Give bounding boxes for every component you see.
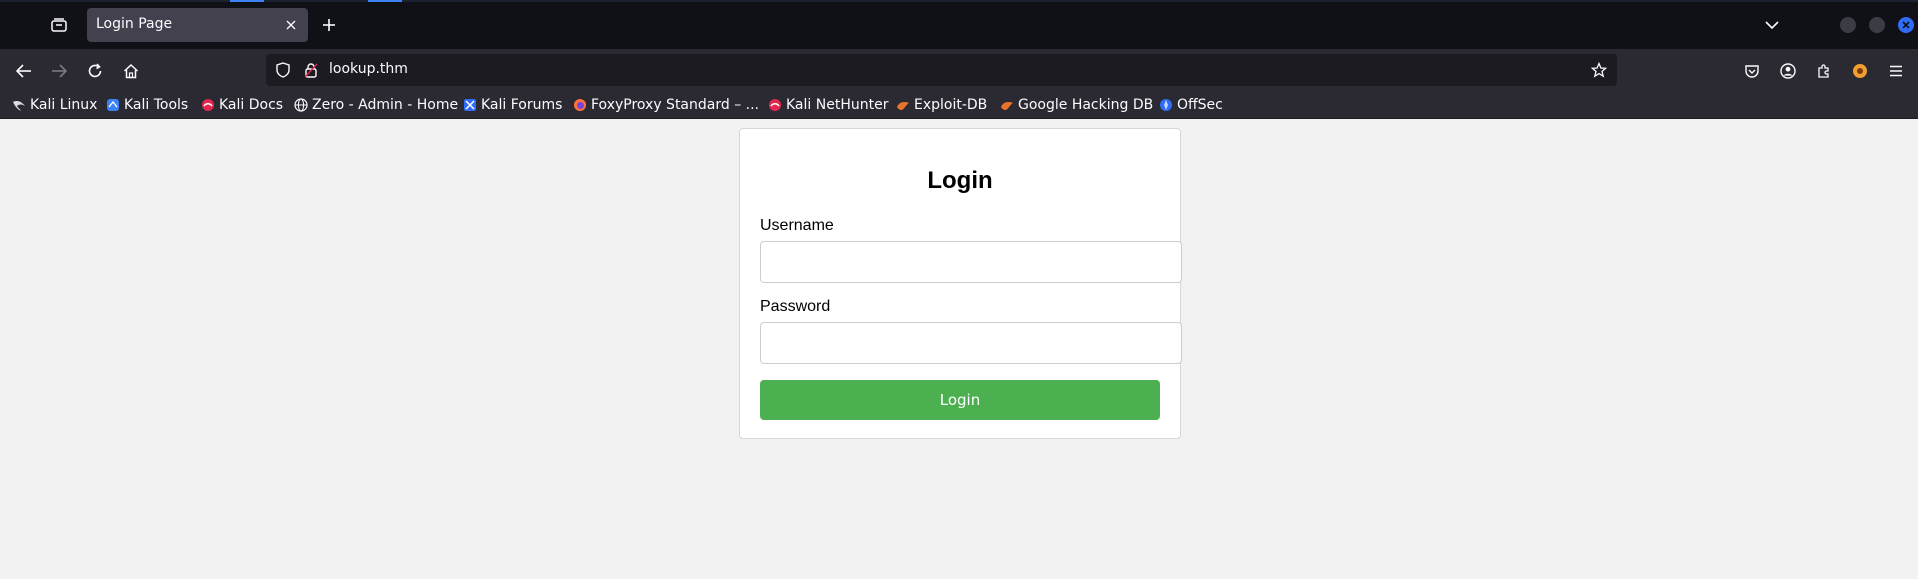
bookmark-kali-nethunter[interactable]: Kali NetHunter (768, 94, 888, 116)
tab-title: Login Page (96, 16, 173, 32)
exploit-db-icon (896, 98, 910, 112)
bookmark-offsec[interactable]: OffSec (1159, 94, 1223, 116)
arrow-left-icon (16, 64, 31, 78)
bookmark-star-button[interactable] (1589, 60, 1609, 80)
list-all-tabs-button[interactable] (1760, 14, 1784, 36)
password-label: Password (760, 298, 831, 315)
shield-icon (276, 62, 290, 78)
kali-docs-icon (201, 98, 215, 112)
bookmark-label: FoxyProxy Standard – ... (591, 97, 759, 113)
foxyproxy-icon (1853, 64, 1867, 78)
firefox-icon (573, 98, 587, 112)
username-input[interactable] (760, 241, 1182, 283)
tab-strip-accent (368, 0, 402, 2)
account-button[interactable] (1776, 59, 1800, 83)
bookmark-foxyproxy-standard[interactable]: FoxyProxy Standard – ... (573, 94, 759, 116)
reload-icon (88, 63, 102, 78)
window-close-button[interactable] (1898, 17, 1914, 33)
bookmark-label: Kali Docs (219, 97, 284, 113)
bookmark-label: Kali Linux (30, 97, 98, 113)
kali-tools-icon (106, 98, 120, 112)
bookmark-kali-forums[interactable]: Kali Forums (463, 94, 562, 116)
tracking-protection-button[interactable] (274, 61, 292, 79)
bookmark-kali-tools[interactable]: Kali Tools (106, 94, 188, 116)
close-icon (286, 20, 296, 30)
app-menu-button[interactable] (1884, 59, 1908, 83)
navigation-toolbar: lookup.thm (0, 49, 1918, 92)
tab-close-button[interactable] (280, 14, 302, 36)
lock-icon (304, 63, 318, 78)
bookmark-kali-linux[interactable]: Kali Linux (12, 94, 97, 116)
home-button[interactable] (116, 56, 146, 86)
arrow-right-icon (52, 64, 67, 78)
reload-button[interactable] (80, 56, 110, 86)
kali-nethunter-icon (768, 98, 782, 112)
window-maximize-button[interactable] (1869, 17, 1885, 33)
bookmark-zero-admin-home[interactable]: Zero - Admin - Home (294, 94, 458, 116)
foxyproxy-extension-button[interactable] (1848, 59, 1872, 83)
username-label: Username (760, 217, 834, 234)
bookmark-label: Kali Forums (481, 97, 563, 113)
tab-strip-top-line (0, 0, 1918, 2)
back-button[interactable] (9, 56, 39, 86)
bookmark-label: Kali NetHunter (786, 97, 889, 113)
web-page: Login Username Password Login (0, 120, 1918, 579)
tab-strip: Login Page (0, 0, 1918, 49)
firefox-view-button[interactable] (46, 13, 72, 37)
bookmark-exploit-db[interactable]: Exploit-DB (896, 94, 987, 116)
hamburger-menu-icon (1890, 65, 1902, 77)
pocket-icon (1745, 64, 1759, 78)
star-icon (1591, 62, 1607, 78)
login-form: Login Username Password Login (739, 128, 1182, 439)
bookmarks-toolbar: Kali Linux Kali Tools Kali Docs Zero - A… (0, 92, 1918, 119)
bookmark-label: Kali Tools (124, 97, 189, 113)
kali-dragon-icon (12, 98, 26, 112)
ghdb-icon (1000, 98, 1014, 112)
offsec-icon (1159, 98, 1173, 112)
url-text[interactable]: lookup.thm (329, 61, 408, 77)
password-input[interactable] (760, 322, 1182, 364)
firefox-view-icon (51, 18, 67, 32)
new-tab-button[interactable] (316, 12, 342, 38)
tab-strip-accent (230, 0, 264, 2)
bookmark-label: Exploit-DB (914, 97, 988, 113)
plus-icon (323, 19, 335, 31)
puzzle-icon (1818, 64, 1829, 78)
home-icon (123, 63, 139, 79)
kali-forums-icon (463, 98, 477, 112)
account-icon (1780, 63, 1796, 79)
globe-icon (294, 98, 308, 112)
bookmark-label: Zero - Admin - Home (312, 97, 459, 113)
url-bar[interactable]: lookup.thm (266, 54, 1617, 86)
bookmark-label: Google Hacking DB (1018, 97, 1154, 113)
bookmark-google-hacking-db[interactable]: Google Hacking DB (1000, 94, 1153, 116)
window-minimize-button[interactable] (1840, 17, 1856, 33)
chevron-down-icon (1765, 21, 1779, 29)
bookmark-kali-docs[interactable]: Kali Docs (201, 94, 283, 116)
forward-button[interactable] (44, 56, 74, 86)
close-icon (1902, 21, 1910, 29)
login-button[interactable]: Login (760, 380, 1160, 420)
extensions-button[interactable] (1812, 59, 1836, 83)
bookmark-label: OffSec (1177, 97, 1223, 113)
pocket-button[interactable] (1740, 59, 1764, 83)
site-info-button[interactable] (302, 61, 320, 79)
login-title: Login (927, 167, 993, 194)
active-tab[interactable]: Login Page (87, 8, 308, 42)
